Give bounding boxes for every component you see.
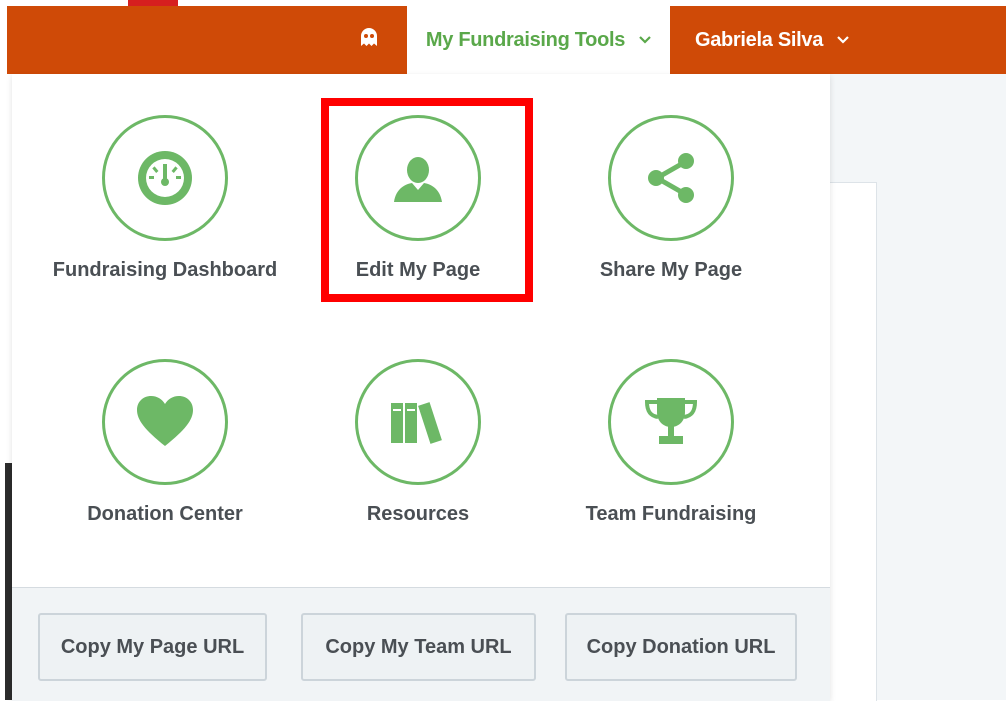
tools-tab-label: My Fundraising Tools	[425, 28, 626, 51]
highlight-box	[321, 98, 533, 302]
my-fundraising-tools-tab[interactable]: My Fundraising Tools	[407, 6, 670, 74]
fundraising-tools-dropdown: Fundraising Dashboard Edit My Page Share…	[12, 74, 830, 701]
chevron-down-icon	[639, 36, 651, 44]
tile-label: Team Fundraising	[585, 503, 757, 525]
dropdown-footer: Copy My Page URL Copy My Team URL Copy D…	[12, 587, 830, 701]
user-name: Gabriela Silva	[694, 28, 824, 51]
tile-icon-circle	[102, 359, 228, 485]
tile-label: Donation Center	[87, 503, 243, 525]
trophy-icon	[644, 398, 698, 444]
books-icon	[391, 402, 442, 444]
tile-team-fundraising[interactable]: Team Fundraising	[551, 359, 791, 526]
tile-icon-circle	[355, 359, 481, 485]
page-content-panel	[830, 182, 877, 701]
user-menu[interactable]: Gabriela Silva	[672, 6, 872, 74]
tile-fundraising-dashboard[interactable]: Fundraising Dashboard	[45, 115, 285, 282]
tile-label: Share My Page	[599, 259, 743, 281]
tile-icon-circle	[102, 115, 228, 241]
tile-label: Resources	[366, 503, 470, 525]
copy-donation-url-button[interactable]: Copy Donation URL	[565, 613, 797, 681]
tile-label: Fundraising Dashboard	[52, 259, 278, 281]
tile-resources[interactable]: Resources	[298, 359, 538, 526]
heart-icon	[137, 396, 193, 446]
tile-share-my-page[interactable]: Share My Page	[551, 115, 791, 282]
tile-icon-circle	[608, 359, 734, 485]
share-icon	[648, 153, 694, 203]
gauge-icon	[138, 151, 192, 205]
tile-icon-circle	[608, 115, 734, 241]
tile-donation-center[interactable]: Donation Center	[45, 359, 285, 526]
copy-my-page-url-button[interactable]: Copy My Page URL	[38, 613, 267, 681]
ghost-icon[interactable]	[352, 22, 386, 52]
copy-my-team-url-button[interactable]: Copy My Team URL	[301, 613, 536, 681]
chevron-down-icon	[837, 36, 849, 44]
